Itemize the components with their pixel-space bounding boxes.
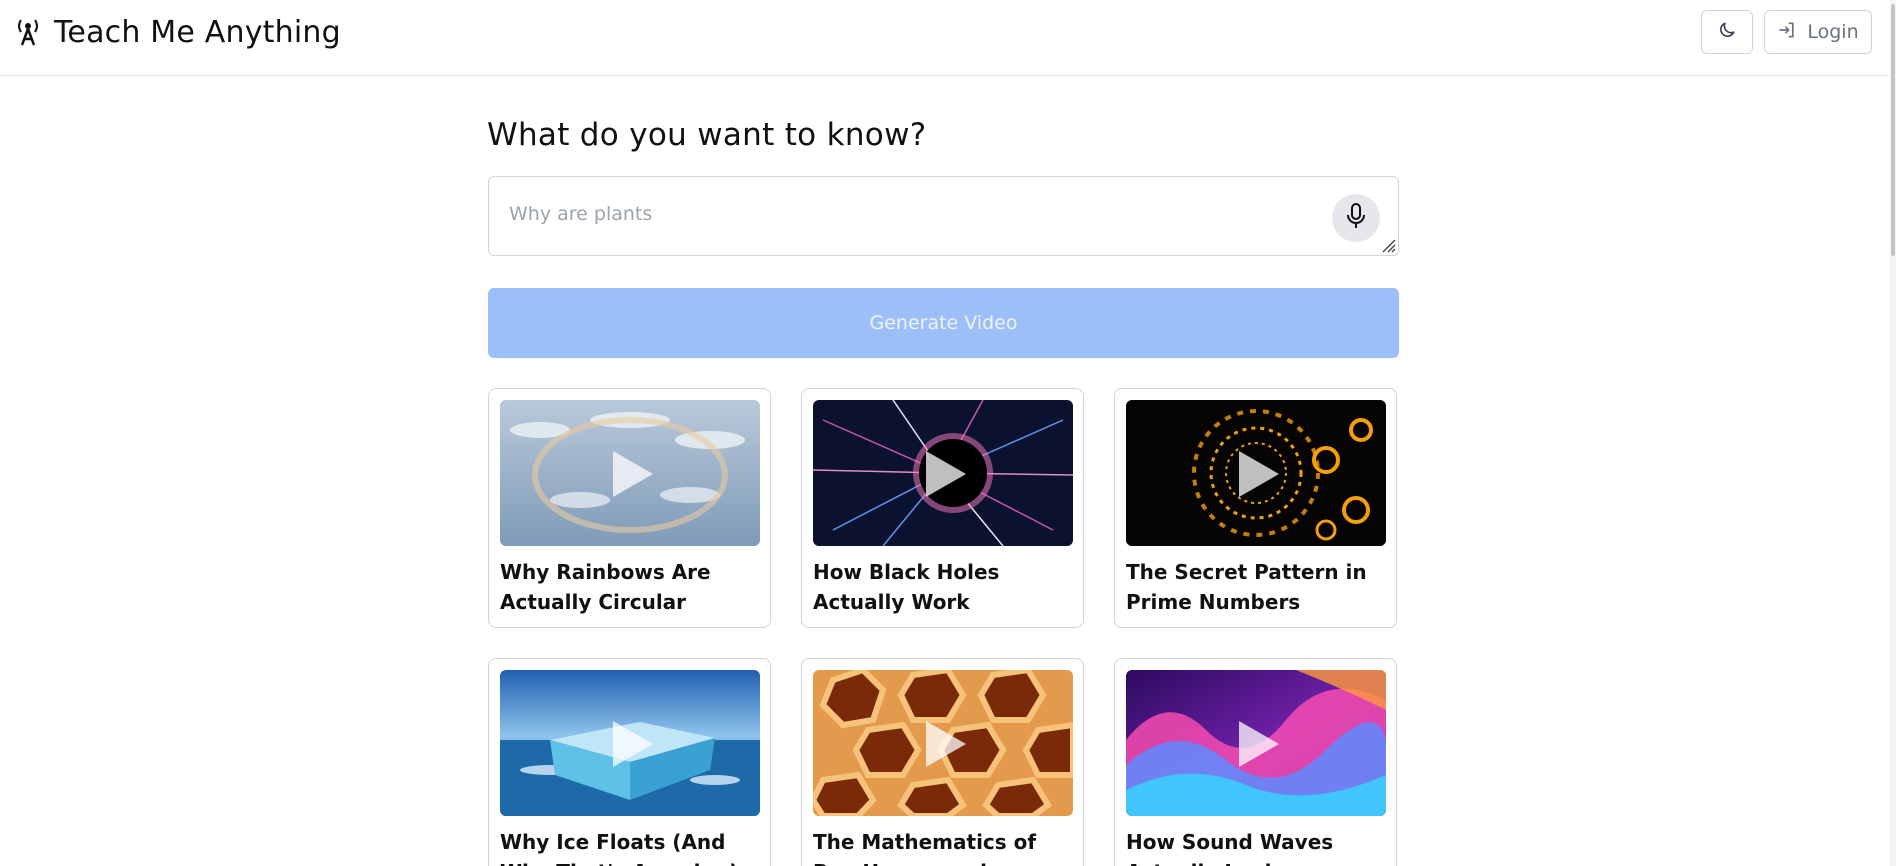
moon-icon <box>1717 20 1737 44</box>
video-card[interactable]: How Black Holes Actually Work <box>801 388 1084 628</box>
login-icon <box>1777 20 1797 45</box>
video-title[interactable]: The Mathematics of Bee Honeycombs <box>813 827 1075 866</box>
play-icon[interactable] <box>926 451 966 497</box>
page-heading: What do you want to know? <box>487 117 927 153</box>
login-label: Login <box>1807 21 1859 43</box>
video-card[interactable]: Why Rainbows Are Actually Circular <box>488 388 771 628</box>
video-thumbnail[interactable] <box>813 400 1073 546</box>
video-thumbnail[interactable] <box>500 670 760 816</box>
play-icon[interactable] <box>926 721 966 767</box>
video-title[interactable]: Why Rainbows Are Actually Circular <box>500 557 762 617</box>
play-icon[interactable] <box>613 451 653 497</box>
video-card[interactable]: Why Ice Floats (And Why That's Amazing) <box>488 658 771 866</box>
scrollbar-thumb[interactable] <box>1891 4 1895 256</box>
microphone-icon <box>1344 202 1368 234</box>
question-input[interactable]: Why are plants <box>488 176 1399 256</box>
play-icon[interactable] <box>1239 451 1279 497</box>
theme-toggle-button[interactable] <box>1701 10 1753 54</box>
video-thumbnail[interactable] <box>500 400 760 546</box>
video-card[interactable]: The Secret Pattern in Prime Numbers <box>1114 388 1397 628</box>
resize-handle[interactable] <box>1380 237 1396 253</box>
microphone-button[interactable] <box>1332 194 1380 242</box>
video-card[interactable]: How Sound Waves Actually Look <box>1114 658 1397 866</box>
video-title[interactable]: The Secret Pattern in Prime Numbers <box>1126 557 1388 617</box>
play-icon[interactable] <box>1239 721 1279 767</box>
generate-video-button[interactable]: Generate Video <box>488 288 1399 358</box>
video-title[interactable]: How Sound Waves Actually Look <box>1126 827 1388 866</box>
play-icon[interactable] <box>613 721 653 767</box>
question-input-text[interactable]: Why are plants <box>509 203 652 225</box>
brand[interactable]: Teach Me Anything <box>16 14 341 50</box>
video-title[interactable]: How Black Holes Actually Work <box>813 557 1075 617</box>
video-thumbnail[interactable] <box>1126 400 1386 546</box>
antenna-icon <box>16 17 40 47</box>
video-title[interactable]: Why Ice Floats (And Why That's Amazing) <box>500 827 762 866</box>
login-button[interactable]: Login <box>1764 10 1872 54</box>
video-thumbnail[interactable] <box>1126 670 1386 816</box>
video-card[interactable]: The Mathematics of Bee Honeycombs <box>801 658 1084 866</box>
app-title: Teach Me Anything <box>54 14 341 50</box>
top-bar: Teach Me Anything Login <box>0 0 1896 76</box>
video-thumbnail[interactable] <box>813 670 1073 816</box>
